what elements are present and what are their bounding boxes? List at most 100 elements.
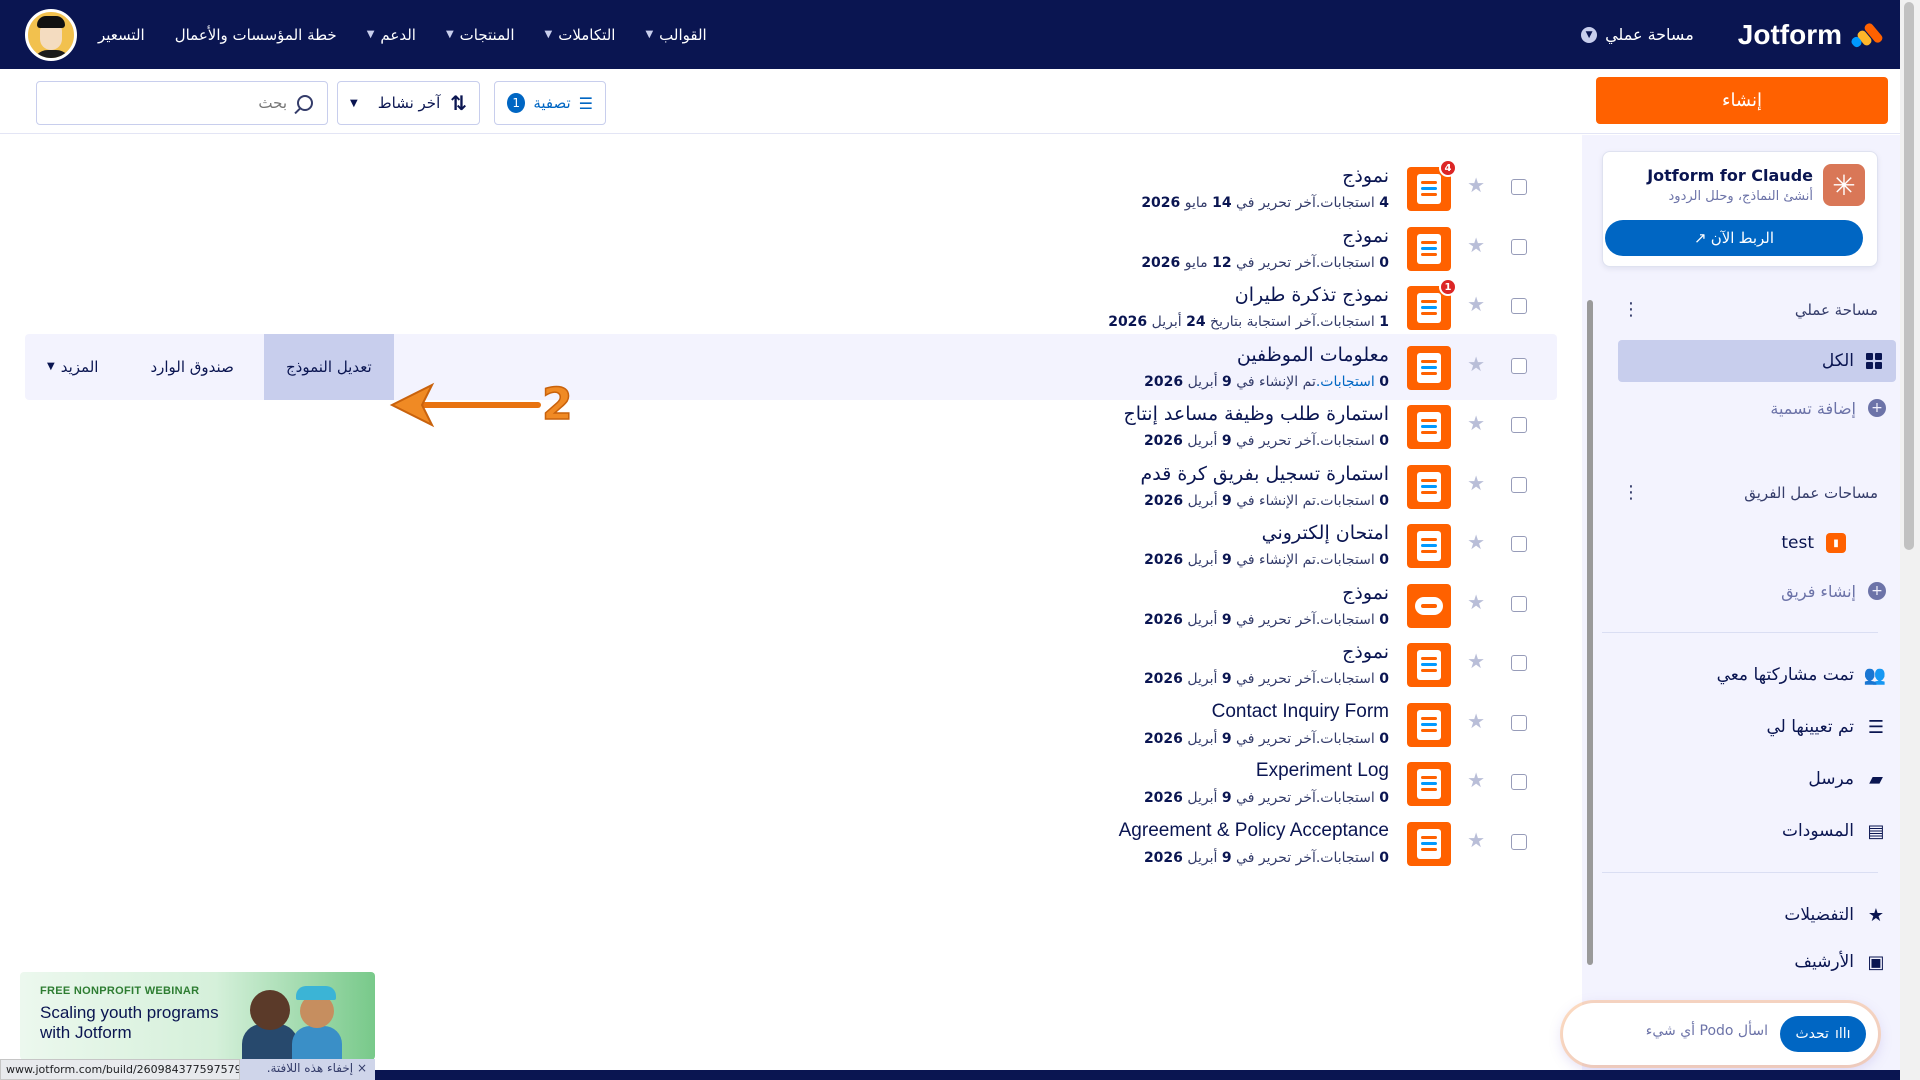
star-icon[interactable]: ★ xyxy=(1467,352,1485,376)
date-action-label: آخر استجابة بتاريخ xyxy=(1210,314,1316,330)
sidebar-item-team-test[interactable]: ▮ test xyxy=(1622,522,1900,564)
talk-button[interactable]: ıllı تحدث xyxy=(1780,1016,1866,1052)
star-icon[interactable]: ★ xyxy=(1467,233,1485,257)
form-icon xyxy=(1407,821,1451,866)
podo-input[interactable]: اسأل Podo أي شيء xyxy=(1646,1023,1768,1039)
form-row[interactable]: ★ Agreement & Policy Acceptance 0 استجابات… xyxy=(25,810,1557,876)
star-icon[interactable]: ★ xyxy=(1467,649,1485,673)
form-row[interactable]: ★ نموذج 0 استجابات.آخر تحرير في 12 مايو 20… xyxy=(25,215,1557,281)
date-action-label: آخر تحرير في xyxy=(1236,790,1316,806)
sidebar-item-archive[interactable]: ▣ الأرشيف xyxy=(1622,941,1900,983)
webinar-promo-banner[interactable]: FREE NONPROFIT WEBINAR Scaling youth pro… xyxy=(20,972,375,1060)
form-row[interactable]: ★ معلومات الموظفين 0 استجابات.تم الإنشاء ف… xyxy=(25,333,1557,400)
search-box[interactable] xyxy=(36,81,328,125)
row-checkbox[interactable] xyxy=(1511,655,1527,671)
date-year: 2026 xyxy=(1141,195,1181,211)
sidebar-item-drafts[interactable]: ▤ المسودات xyxy=(1622,810,1900,852)
connect-now-button[interactable]: الربط الآن ↗ xyxy=(1605,220,1863,256)
form-title[interactable]: Experiment Log xyxy=(1256,760,1389,782)
form-title[interactable]: Contact Inquiry Form xyxy=(1212,701,1389,723)
star-icon[interactable]: ★ xyxy=(1467,292,1485,316)
row-checkbox[interactable] xyxy=(1511,714,1527,731)
form-title[interactable]: استمارة تسجيل بفريق كرة قدم xyxy=(1141,463,1389,485)
page-scrollbar[interactable] xyxy=(1900,0,1920,1080)
create-button[interactable]: إنشاء xyxy=(1596,77,1888,124)
response-count: 0 xyxy=(1379,671,1389,687)
row-checkbox[interactable] xyxy=(1511,833,1527,850)
team-options-icon[interactable]: ⋮ xyxy=(1622,482,1640,503)
row-checkbox[interactable] xyxy=(1511,417,1527,433)
form-row[interactable]: ★ نموذج 0 استجابات.آخر تحرير في 9 أبريل 20… xyxy=(25,631,1557,697)
form-row[interactable]: ★ 4 نموذج 4 استجابات.آخر تحرير في 14 مايو 2… xyxy=(25,155,1557,221)
form-row[interactable]: ★ استمارة تسجيل بفريق كرة قدم 0 استجابات.ت… xyxy=(25,453,1557,519)
form-title[interactable]: نموذج xyxy=(1342,165,1389,187)
form-title[interactable]: Agreement & Policy Acceptance xyxy=(1119,820,1389,842)
form-title[interactable]: نموذج تذكرة طيران xyxy=(1235,284,1389,306)
form-title[interactable]: امتحان إلكتروني xyxy=(1262,522,1389,544)
sidebar-item-sent[interactable]: ▰ مرسل xyxy=(1622,758,1900,800)
row-checkbox[interactable] xyxy=(1511,476,1527,493)
nav-link[interactable]: المنتجات ▼ xyxy=(446,26,515,44)
workspace-switcher[interactable]: مساحة عملي ▼ xyxy=(1581,25,1694,44)
date-year: 2026 xyxy=(1143,730,1183,747)
star-icon[interactable]: ★ xyxy=(1467,173,1485,197)
star-icon[interactable]: ★ xyxy=(1467,828,1485,852)
sidebar-item-all[interactable]: الكل xyxy=(1618,340,1896,382)
row-checkbox[interactable] xyxy=(1511,536,1527,552)
star-icon[interactable]: ★ xyxy=(1467,768,1485,792)
date-year: 2026 xyxy=(1141,254,1181,271)
form-row[interactable]: ★ استمارة طلب وظيفة مساعد إنتاج 0 استجابات… xyxy=(25,393,1557,459)
jotform-logo[interactable]: Jotform xyxy=(1738,19,1885,51)
sidebar-item-assigned[interactable]: ☰ تم تعيينها لي xyxy=(1622,706,1900,748)
row-checkbox[interactable] xyxy=(1511,179,1527,195)
nav-link[interactable]: الدعم ▼ xyxy=(367,26,416,44)
form-title[interactable]: نموذج xyxy=(1342,641,1389,663)
row-checkbox[interactable] xyxy=(1511,774,1527,790)
star-icon[interactable]: ★ xyxy=(1467,530,1485,554)
nav-link[interactable]: خطة المؤسسات والأعمال xyxy=(175,26,337,44)
nav-link[interactable]: القوالب ▼ xyxy=(645,26,706,44)
row-checkbox[interactable] xyxy=(1511,238,1527,255)
nav-link[interactable]: التكاملات ▼ xyxy=(545,26,616,44)
search-input[interactable] xyxy=(67,94,287,112)
form-row[interactable]: ★ Contact Inquiry Form 0 استجابات.آخر تحري… xyxy=(25,691,1557,757)
form-title[interactable]: استمارة طلب وظيفة مساعد إنتاج xyxy=(1124,403,1389,425)
filter-button[interactable]: ☰ تصفية 1 xyxy=(494,81,606,125)
workspace-label: مساحة عملي xyxy=(1605,25,1694,44)
form-row[interactable]: ★ امتحان إلكتروني 0 استجابات.تم الإنشاء في… xyxy=(25,512,1557,578)
form-row[interactable]: ★ نموذج 0 استجابات.آخر تحرير في 9 أبريل 20… xyxy=(25,572,1557,638)
user-avatar[interactable] xyxy=(25,9,77,61)
star-icon[interactable]: ★ xyxy=(1467,411,1485,435)
form-row[interactable]: ★ 1 نموذج تذكرة طيران 1 استجابات.آخر استجاب… xyxy=(25,274,1557,340)
annotation-arrow: 2 xyxy=(389,378,573,431)
inbox-button[interactable]: صندوق الوارد xyxy=(120,334,263,400)
form-title[interactable]: نموذج xyxy=(1342,582,1389,604)
form-title[interactable]: نموذج xyxy=(1342,225,1389,247)
workspace-options-icon[interactable]: ⋮ xyxy=(1622,299,1640,320)
star-icon[interactable]: ★ xyxy=(1467,471,1485,495)
row-checkbox[interactable] xyxy=(1511,595,1527,612)
create-team-button[interactable]: + إنشاء فريق xyxy=(1622,570,1900,612)
claude-integration-card: ✳ Jotform for Claude أنشئ النماذج، وحلل … xyxy=(1602,151,1878,267)
star-icon[interactable]: ★ xyxy=(1467,590,1485,614)
nav-link[interactable]: التسعير xyxy=(98,26,145,44)
add-label-button[interactable]: + إضافة تسمية xyxy=(1622,387,1900,429)
form-row[interactable]: ★ Experiment Log 0 استجابات.آخر تحرير في 9… xyxy=(25,750,1557,816)
form-title[interactable]: معلومات الموظفين xyxy=(1237,344,1389,366)
checklist-icon: ☰ xyxy=(1867,716,1885,738)
sidebar-item-favorites[interactable]: ★ التفضيلات xyxy=(1622,894,1900,936)
hide-banner-bar[interactable]: × إخفاء هذه اللافتة. xyxy=(240,1059,375,1080)
more-button[interactable]: المزيد ▼ xyxy=(25,334,120,400)
date-month: أبريل xyxy=(1187,611,1218,628)
star-icon[interactable]: ★ xyxy=(1467,709,1485,733)
close-icon[interactable]: × xyxy=(357,1061,367,1075)
sort-dropdown[interactable]: ⇅ آخر نشاط ▼ xyxy=(337,81,480,125)
list-scrollbar[interactable] xyxy=(1585,300,1595,965)
responses-label[interactable]: استجابات. xyxy=(1316,374,1375,390)
sidebar-item-shared[interactable]: 👥 تمت مشاركتها معي xyxy=(1622,654,1900,696)
edit-form-button[interactable]: تعديل النموذج xyxy=(263,333,394,400)
row-checkbox[interactable] xyxy=(1511,357,1527,374)
sidebar-item-label: الأرشيف xyxy=(1794,952,1854,972)
date-action-label: آخر تحرير في xyxy=(1236,730,1316,747)
row-checkbox[interactable] xyxy=(1511,298,1527,314)
